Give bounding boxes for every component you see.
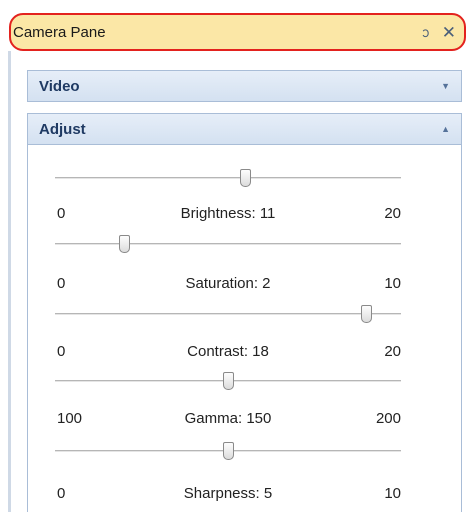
slider-max-label: 10 (384, 275, 401, 292)
slider-track[interactable] (55, 243, 401, 245)
group-header-video[interactable]: Video ▼ (27, 70, 462, 102)
brightness-value-row: 0 Brightness: 11 20 (55, 205, 401, 227)
gamma-value-row: 100 Gamma: 150 200 (55, 410, 401, 432)
slider-value-label: Gamma: 150 (184, 410, 272, 427)
chevron-down-icon[interactable]: ▼ (441, 81, 450, 91)
contrast-value-row: 0 Contrast: 18 20 (55, 343, 401, 365)
slider-thumb[interactable] (119, 235, 131, 253)
slider-track[interactable] (55, 177, 401, 179)
camera-pane-header[interactable]: Camera Pane ᩣ ✕ (9, 13, 466, 51)
group-header-adjust[interactable]: Adjust ▲ (27, 113, 462, 145)
close-icon[interactable]: ✕ (442, 24, 456, 41)
adjust-panel-body: 0 Brightness: 11 20 0 Saturation: 2 10 0… (27, 145, 462, 512)
group-label-adjust: Adjust (39, 120, 86, 138)
slider-value-label: Sharpness: 5 (183, 485, 273, 502)
group-label-video: Video (39, 77, 80, 95)
slider-track[interactable] (55, 313, 401, 315)
slider-max-label: 200 (375, 410, 401, 427)
slider-max-label: 20 (384, 343, 401, 360)
gamma-slider[interactable] (55, 371, 401, 391)
pane-title: Camera Pane (13, 23, 106, 41)
slider-thumb[interactable] (223, 442, 234, 460)
slider-value-label: Brightness: 11 (180, 205, 276, 222)
contrast-slider[interactable] (55, 304, 401, 324)
slider-value-label: Saturation: 2 (185, 275, 271, 292)
pin-icon[interactable]: ᩣ (422, 25, 430, 39)
pane-left-border (8, 51, 11, 512)
slider-max-label: 10 (384, 485, 401, 502)
slider-thumb[interactable] (223, 372, 234, 390)
slider-thumb[interactable] (361, 305, 373, 323)
sharpness-slider[interactable] (55, 441, 401, 461)
pane-controls: ᩣ ✕ (422, 24, 456, 41)
slider-max-label: 20 (384, 205, 401, 222)
brightness-slider[interactable] (55, 168, 401, 188)
slider-value-label: Contrast: 18 (187, 343, 269, 360)
sharpness-value-row: 0 Sharpness: 5 10 (55, 485, 401, 507)
chevron-up-icon[interactable]: ▲ (441, 124, 450, 134)
saturation-value-row: 0 Saturation: 2 10 (55, 275, 401, 297)
saturation-slider[interactable] (55, 234, 401, 254)
slider-thumb[interactable] (240, 169, 252, 187)
